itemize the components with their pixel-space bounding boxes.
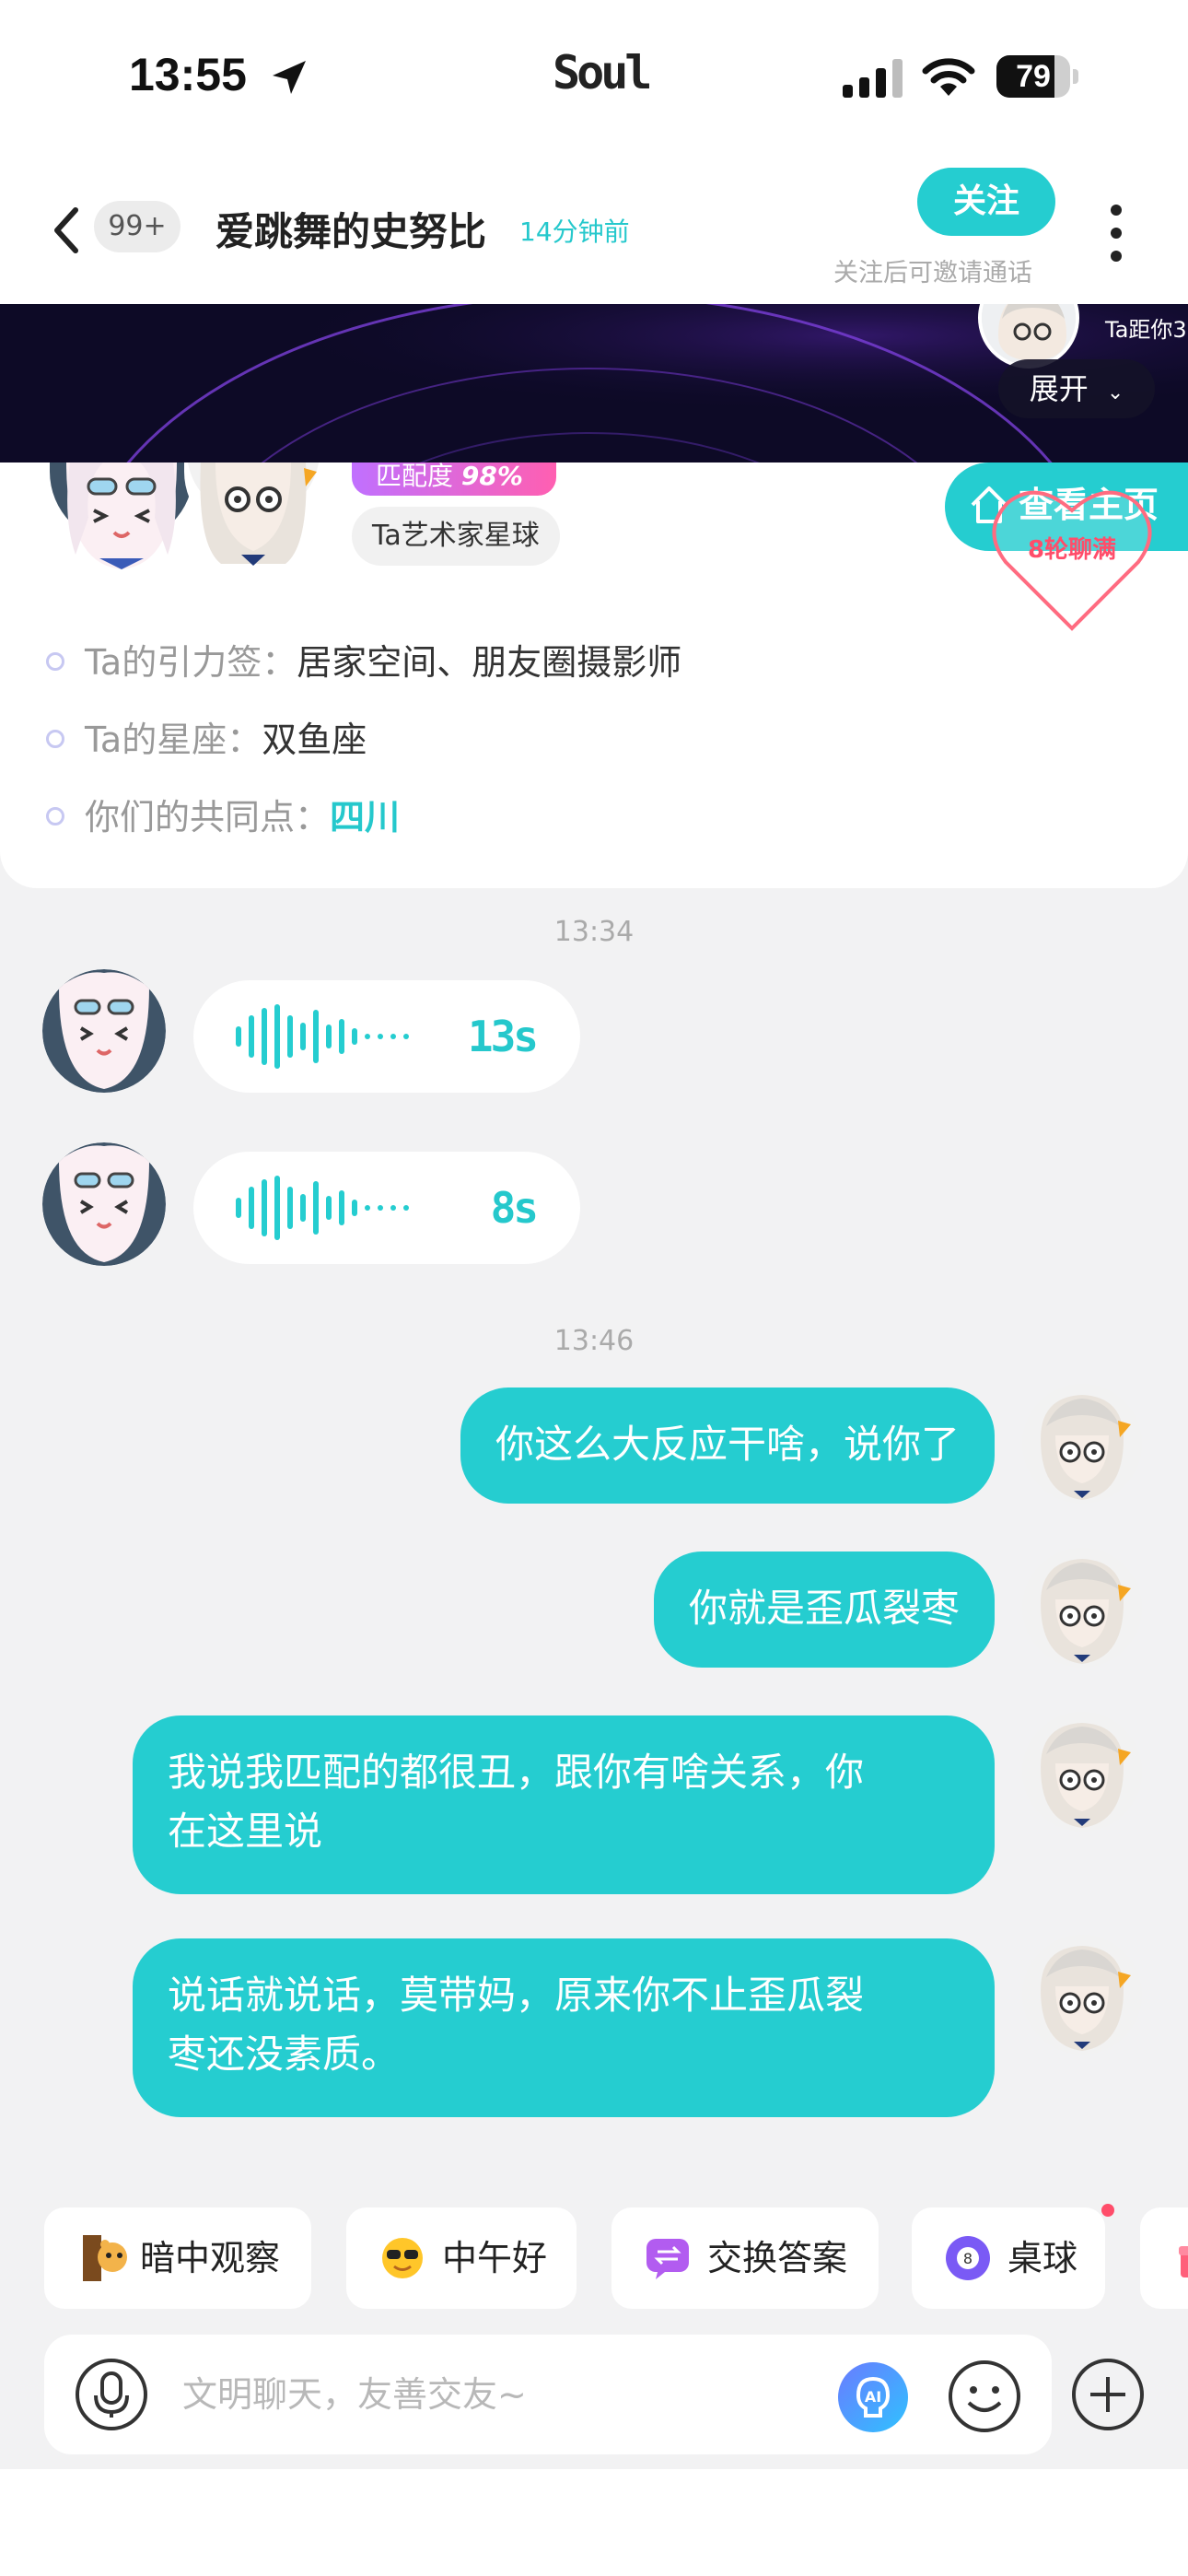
voice-message[interactable]: 13s bbox=[193, 980, 580, 1093]
outgoing-message[interactable]: 我说我匹配的都很丑，跟你有啥关系，你 在这里说 bbox=[133, 1715, 995, 1894]
message-line: 枣还没素质。 bbox=[168, 2032, 401, 2077]
chevron-down-icon: ⌄ bbox=[1106, 381, 1124, 404]
last-active-time: 14分钟前 bbox=[519, 217, 630, 247]
quick-action-exchange[interactable]: 交换答案 bbox=[611, 2207, 879, 2309]
message-line: 说话就说话，莫带妈，原来你不止歪瓜裂 bbox=[168, 1973, 865, 2018]
message-timestamp: 13:34 bbox=[553, 916, 635, 948]
info-value[interactable]: 四川 bbox=[330, 797, 400, 837]
voice-input-icon[interactable] bbox=[74, 2357, 149, 2432]
ai-assistant-icon[interactable]: AI bbox=[836, 2360, 910, 2434]
back-chevron-icon[interactable] bbox=[48, 203, 85, 258]
message-line: 我说我匹配的都很丑，跟你有啥关系，你 bbox=[168, 1750, 865, 1795]
info-value: 居家空间、朋友圈摄影师 bbox=[297, 642, 682, 683]
notification-dot bbox=[1101, 2204, 1114, 2217]
quick-action-peek[interactable]: 暗中观察 bbox=[44, 2207, 311, 2309]
quick-action-gift[interactable] bbox=[1140, 2207, 1188, 2309]
message-input-bar: AI bbox=[44, 2335, 1052, 2454]
expand-label: 展开 bbox=[1029, 371, 1089, 406]
planet-tag[interactable]: Ta艺术家星球 bbox=[352, 507, 560, 566]
outgoing-message[interactable]: 你就是歪瓜裂枣 bbox=[653, 1551, 995, 1668]
chat-rounds-badge: 8轮聊满 bbox=[1027, 536, 1117, 564]
partner-message-avatar[interactable] bbox=[42, 969, 166, 1093]
my-message-avatar[interactable] bbox=[1022, 1548, 1142, 1668]
quick-action-noon[interactable]: 中午好 bbox=[346, 2207, 577, 2309]
match-label: 匹配度 bbox=[376, 461, 454, 491]
chat-header: 99+ 爱跳舞的史努比 14分钟前 关注 关注后可邀请通话 bbox=[0, 157, 1188, 304]
cellular-signal-icon bbox=[843, 59, 903, 98]
follow-hint: 关注后可邀请通话 bbox=[833, 259, 1032, 287]
voice-duration: 8s bbox=[490, 1183, 539, 1233]
voice-message[interactable]: 8s bbox=[193, 1152, 580, 1264]
bullet-dot bbox=[46, 806, 64, 825]
partner-message-avatar[interactable] bbox=[42, 1142, 166, 1266]
unread-count-badge[interactable]: 99+ bbox=[94, 201, 181, 252]
info-label: 你们的共同点： bbox=[85, 797, 331, 837]
message-input[interactable] bbox=[182, 2353, 845, 2436]
quick-action-billiard[interactable]: 8 桌球 bbox=[912, 2207, 1105, 2309]
outgoing-message[interactable]: 你这么大反应干啥，说你了 bbox=[460, 1388, 995, 1504]
battery-indicator: 79 bbox=[996, 55, 1079, 98]
info-label: Ta的星座： bbox=[85, 720, 262, 760]
peek-bear-icon bbox=[83, 2235, 127, 2281]
more-options-icon[interactable] bbox=[1105, 201, 1127, 265]
status-bar: 13:55 Soul 79 bbox=[0, 0, 1188, 157]
chat-partner-name[interactable]: 爱跳舞的史努比 bbox=[215, 201, 486, 257]
info-row-tags: Ta的引力签：居家空间、朋友圈摄影师 bbox=[46, 634, 681, 685]
bullet-dot bbox=[46, 651, 64, 671]
profile-card: 匹配度 98% Ta艺术家星球 查看主页 8轮聊满 Ta的引力签：居家空间、朋友… bbox=[0, 463, 1188, 888]
info-row-common: 你们的共同点：四川 bbox=[46, 789, 400, 839]
wifi-icon bbox=[922, 58, 975, 96]
location-arrow-icon bbox=[273, 61, 306, 94]
svg-text:AI: AI bbox=[865, 2388, 881, 2406]
my-message-avatar[interactable] bbox=[1022, 1935, 1142, 2055]
expand-button[interactable]: 展开 ⌄ bbox=[998, 359, 1155, 418]
message-timestamp: 13:46 bbox=[553, 1325, 635, 1357]
quick-action-label: 中午好 bbox=[442, 2238, 548, 2278]
message-line: 在这里说 bbox=[168, 1809, 323, 1854]
quick-actions-row: 暗中观察 中午好 交换答案 8 桌球 bbox=[0, 2207, 1188, 2314]
follow-button[interactable]: 关注 bbox=[917, 168, 1055, 236]
battery-percent: 79 bbox=[1016, 59, 1051, 94]
partner-avatar[interactable] bbox=[48, 463, 195, 573]
quick-action-label: 桌球 bbox=[1007, 2238, 1078, 2278]
distance-text: Ta距你3 bbox=[1105, 317, 1187, 343]
info-row-zodiac: Ta的星座：双鱼座 bbox=[46, 711, 367, 762]
match-value: 98% bbox=[460, 461, 523, 491]
planet-banner: Ta距你3 展开 ⌄ bbox=[0, 304, 1188, 463]
my-message-avatar[interactable] bbox=[1022, 1712, 1142, 1832]
add-attachment-icon[interactable] bbox=[1070, 2357, 1146, 2432]
sunglasses-emoji-icon bbox=[382, 2238, 423, 2278]
app-name: Soul bbox=[553, 46, 652, 100]
info-value: 双鱼座 bbox=[262, 720, 367, 760]
my-avatar[interactable] bbox=[184, 463, 322, 573]
voice-waveform-icon bbox=[236, 1176, 409, 1240]
match-score-badge: 匹配度 98% bbox=[352, 463, 556, 496]
quick-action-label: 交换答案 bbox=[707, 2238, 848, 2278]
billiard-ball-icon: 8 bbox=[946, 2236, 990, 2280]
voice-waveform-icon bbox=[236, 1004, 409, 1069]
emoji-icon[interactable] bbox=[947, 2359, 1022, 2434]
info-label: Ta的引力签： bbox=[85, 642, 297, 683]
status-time: 13:55 bbox=[129, 49, 247, 100]
voice-duration: 13s bbox=[467, 1012, 539, 1061]
bullet-dot bbox=[46, 729, 64, 748]
chat-screen: 13:55 Soul 79 99+ 爱跳舞的史努比 14分钟前 关注 关注后可邀… bbox=[0, 0, 1188, 2576]
gift-icon bbox=[1179, 2246, 1188, 2277]
quick-action-label: 暗中观察 bbox=[140, 2238, 281, 2278]
svg-text:8: 8 bbox=[963, 2250, 973, 2267]
outgoing-message[interactable]: 说话就说话，莫带妈，原来你不止歪瓜裂 枣还没素质。 bbox=[133, 1938, 995, 2117]
my-message-avatar[interactable] bbox=[1022, 1384, 1142, 1504]
home-area bbox=[0, 2469, 1188, 2576]
exchange-chat-icon bbox=[646, 2239, 689, 2279]
